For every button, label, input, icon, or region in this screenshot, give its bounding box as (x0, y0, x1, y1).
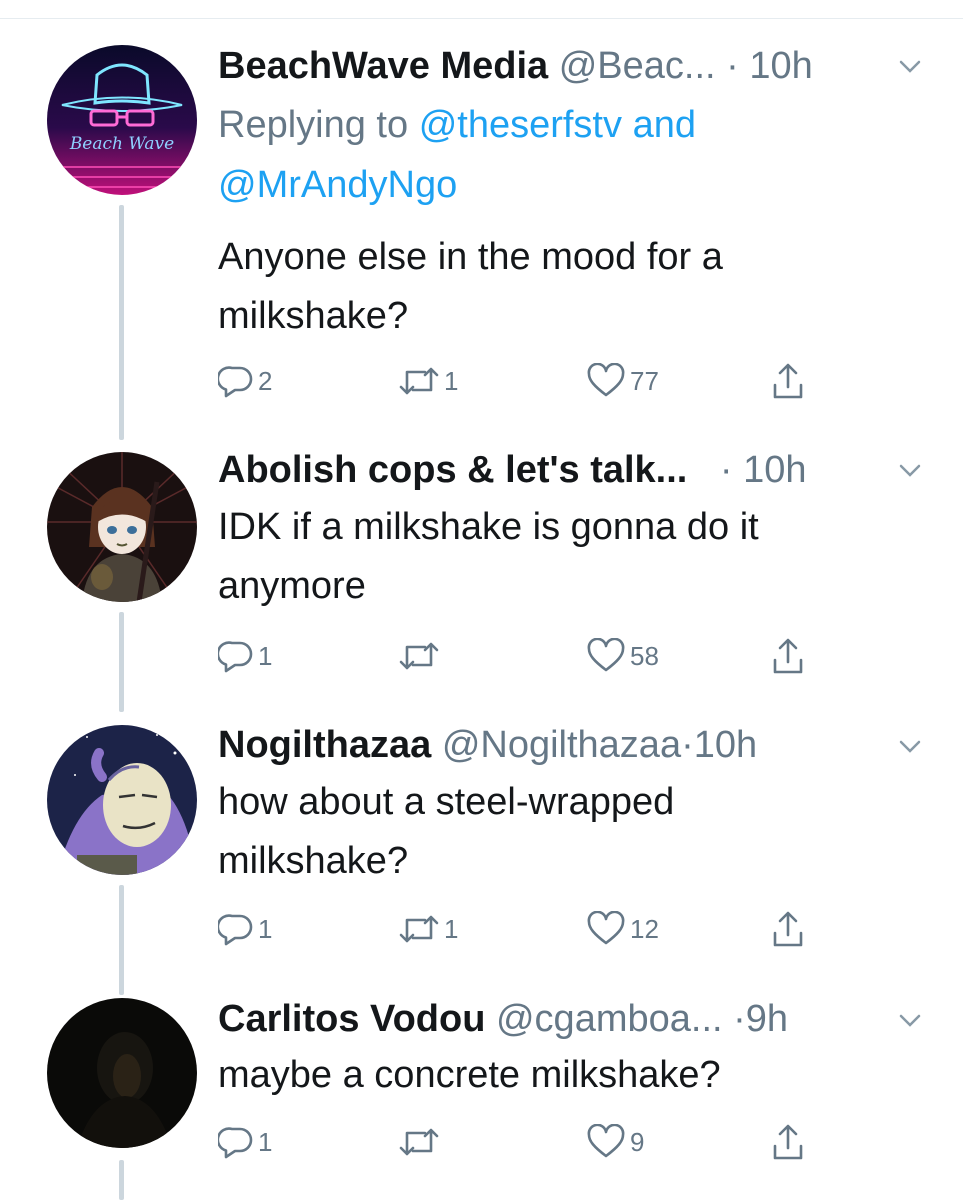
retweet-button[interactable]: 1 (398, 909, 458, 949)
tweet-text: how about a steel-wrapped milkshake? (218, 773, 903, 891)
replying-to-line2: @MrAndyNgo (218, 155, 457, 215)
reply-icon (218, 366, 253, 398)
tweet-actions: 1 58 (218, 636, 838, 676)
tweet-actions: 1 1 12 (218, 909, 838, 949)
display-name[interactable]: BeachWave Media (218, 45, 548, 87)
tweet-header: Carlitos Vodou @cgamboa... ·9h (218, 991, 923, 1047)
heart-icon (587, 1124, 625, 1158)
avatar[interactable] (47, 998, 197, 1148)
separator-dot: · (733, 998, 746, 1040)
tweet-text-line: maybe a concrete milkshake? (218, 1054, 721, 1096)
anime-character-avatar (47, 452, 197, 602)
retweet-icon (399, 642, 439, 670)
heart-icon (587, 911, 625, 945)
tweet-actions: 2 1 77 (218, 361, 838, 401)
tweet[interactable]: Beach Wave BeachWave Media @Beac... · 10… (0, 0, 963, 440)
reply-icon (218, 1127, 253, 1159)
share-button[interactable] (770, 636, 806, 676)
reply-button[interactable]: 1 (218, 1122, 272, 1162)
replying-and: and (632, 104, 696, 146)
retweet-button[interactable] (398, 636, 444, 676)
share-icon (773, 363, 803, 399)
share-icon (773, 638, 803, 674)
tweet-text-line: Anyone else in the mood for a (218, 236, 723, 278)
avatar[interactable]: Beach Wave (47, 45, 197, 195)
reply-count: 1 (258, 913, 273, 944)
more-options-chevron-down-icon[interactable] (899, 464, 921, 480)
reply-button[interactable]: 1 (218, 909, 272, 949)
retweet-button[interactable] (398, 1122, 444, 1162)
tweet[interactable]: Nogilthazaa @Nogilthazaa·10h how about a… (0, 720, 963, 995)
tweet-text: Anyone else in the mood for a milkshake? (218, 228, 903, 346)
tweet[interactable]: Carlitos Vodou @cgamboa... ·9h maybe a c… (0, 995, 963, 1200)
separator-dot: · (681, 724, 694, 766)
separator-dot: · (726, 45, 739, 87)
like-count: 9 (630, 1126, 645, 1157)
tweet-text-line: milkshake? (218, 295, 409, 337)
heart-icon (587, 363, 625, 397)
like-button[interactable]: 12 (586, 909, 659, 949)
svg-text:Beach Wave: Beach Wave (69, 134, 174, 154)
handle[interactable]: @Beac... (559, 45, 716, 87)
share-button[interactable] (770, 1122, 806, 1162)
handle[interactable]: @cgamboa... (496, 998, 723, 1040)
more-options-chevron-down-icon[interactable] (899, 740, 921, 756)
mention-link[interactable]: @theserfstv (419, 104, 622, 146)
replying-to: Replying to @theserfstv and (218, 95, 696, 155)
retweet-count: 1 (444, 913, 459, 944)
reply-count: 1 (258, 1126, 273, 1157)
reply-icon (218, 641, 253, 673)
dark-portrait-avatar (47, 998, 197, 1148)
tweet-header: Nogilthazaa @Nogilthazaa·10h (218, 717, 923, 773)
timestamp[interactable]: 9h (746, 998, 788, 1040)
timestamp[interactable]: 10h (694, 724, 757, 766)
more-options-chevron-down-icon[interactable] (899, 1014, 921, 1030)
reply-count: 2 (258, 365, 273, 396)
retweet-icon (399, 1128, 439, 1156)
more-options-chevron-down-icon[interactable] (899, 60, 921, 76)
reply-icon (218, 914, 253, 946)
like-button[interactable]: 77 (586, 361, 659, 401)
tweet-text: maybe a concrete milkshake? (218, 1046, 903, 1105)
display-name[interactable]: Nogilthazaa (218, 724, 431, 766)
timestamp[interactable]: 10h (743, 449, 806, 491)
cartoon-character-avatar (47, 725, 197, 875)
retweet-icon (399, 367, 439, 395)
retweet-icon (399, 915, 439, 943)
display-name[interactable]: Carlitos Vodou (218, 998, 485, 1040)
tweet-text-line: anymore (218, 565, 366, 607)
separator-dot: · (719, 449, 733, 491)
display-name[interactable]: Abolish cops & let's talk... (218, 449, 687, 491)
share-button[interactable] (770, 909, 806, 949)
reply-count: 1 (258, 640, 273, 671)
like-button[interactable]: 9 (586, 1122, 644, 1162)
retweet-count: 1 (444, 365, 459, 396)
replying-prefix: Replying to (218, 104, 409, 146)
like-button[interactable]: 58 (586, 636, 659, 676)
tweet-actions: 1 9 (218, 1122, 838, 1162)
tweet-text-line: how about a steel-wrapped (218, 781, 675, 823)
beachwave-logo-avatar: Beach Wave (47, 45, 197, 195)
tweet[interactable]: Abolish cops & let's talk... · 10h IDK i… (0, 440, 963, 720)
tweet-header: BeachWave Media @Beac... · 10h (218, 38, 923, 94)
tweet-header: Abolish cops & let's talk... · 10h (218, 442, 923, 498)
tweet-text-line: milkshake? (218, 840, 409, 882)
avatar[interactable] (47, 725, 197, 875)
like-count: 77 (630, 365, 659, 396)
handle[interactable]: @Nogilthazaa (442, 724, 681, 766)
share-button[interactable] (770, 361, 806, 401)
reply-button[interactable]: 2 (218, 361, 272, 401)
like-count: 12 (630, 913, 659, 944)
mention-link[interactable]: @MrAndyNgo (218, 164, 457, 206)
share-icon (773, 911, 803, 947)
like-count: 58 (630, 640, 659, 671)
retweet-button[interactable]: 1 (398, 361, 458, 401)
tweet-text-line: IDK if a milkshake is gonna do it (218, 506, 759, 548)
share-icon (773, 1124, 803, 1160)
tweet-text: IDK if a milkshake is gonna do it anymor… (218, 498, 903, 616)
heart-icon (587, 638, 625, 672)
reply-button[interactable]: 1 (218, 636, 272, 676)
timestamp[interactable]: 10h (749, 45, 812, 87)
avatar[interactable] (47, 452, 197, 602)
